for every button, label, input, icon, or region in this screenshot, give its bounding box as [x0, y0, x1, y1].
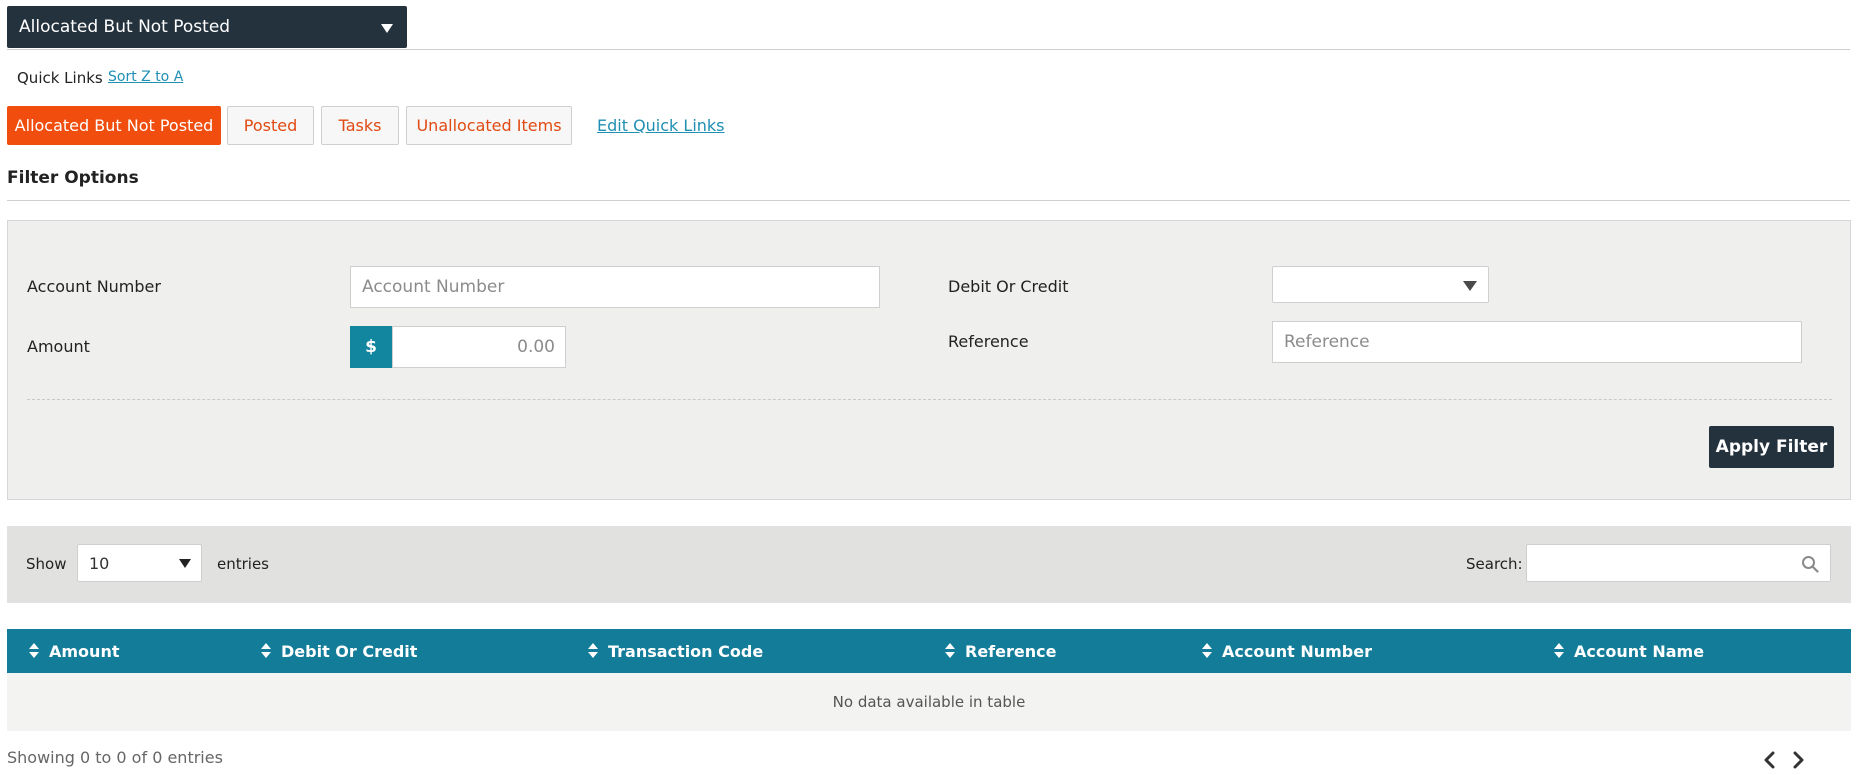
column-label: Account Number [1222, 641, 1372, 661]
divider [7, 49, 1850, 50]
debit-or-credit-select[interactable] [1272, 266, 1489, 303]
view-selector-dropdown[interactable]: Allocated But Not Posted [7, 6, 407, 48]
chevron-down-icon [1463, 281, 1477, 291]
empty-table-row: No data available in table [7, 673, 1851, 731]
table-header: Amount Debit Or Credit Transaction Code … [7, 629, 1851, 673]
column-label: Account Name [1574, 641, 1705, 661]
sort-z-to-a-link[interactable]: Sort Z to A [108, 69, 183, 85]
empty-table-message: No data available in table [832, 693, 1026, 711]
entries-label: entries [217, 555, 269, 573]
chevron-down-icon [179, 559, 191, 568]
column-header-reference[interactable]: Reference [945, 629, 1056, 673]
filter-options-title: Filter Options [7, 168, 139, 188]
page-size-value: 10 [89, 554, 110, 573]
amount-placeholder: 0.00 [517, 337, 555, 357]
sort-icon [261, 642, 271, 660]
reference-input[interactable]: Reference [1272, 321, 1802, 363]
apply-filter-button[interactable]: Apply Filter [1709, 426, 1834, 468]
search-input[interactable] [1526, 544, 1831, 582]
reference-label: Reference [948, 332, 1029, 351]
amount-label: Amount [27, 337, 90, 356]
table-controls-bar: Show 10 entries Search: [7, 526, 1851, 603]
column-header-debit-or-credit[interactable]: Debit Or Credit [261, 629, 417, 673]
debit-or-credit-label: Debit Or Credit [948, 277, 1069, 296]
column-label: Amount [49, 641, 120, 661]
sort-icon [588, 642, 598, 660]
column-header-transaction-code[interactable]: Transaction Code [588, 629, 763, 673]
account-number-input[interactable]: Account Number [350, 266, 880, 308]
column-label: Transaction Code [608, 641, 764, 661]
sort-icon [1202, 642, 1212, 660]
sort-icon [945, 642, 955, 660]
quick-link-tasks[interactable]: Tasks [321, 106, 399, 145]
dashed-divider [27, 399, 1832, 400]
view-selector-label: Allocated But Not Posted [19, 17, 231, 37]
chevron-down-icon [381, 24, 393, 33]
column-header-account-name[interactable]: Account Name [1554, 629, 1704, 673]
chevron-right-icon[interactable] [1791, 751, 1805, 769]
quick-link-posted[interactable]: Posted [227, 106, 314, 145]
account-number-placeholder: Account Number [362, 277, 505, 297]
sort-icon [1554, 642, 1564, 660]
quick-links-label: Quick Links [17, 69, 103, 87]
search-icon [1802, 556, 1819, 573]
filter-panel: Account Number Account Number Amount $ 0… [7, 220, 1851, 500]
chevron-left-icon[interactable] [1763, 751, 1777, 769]
divider [7, 200, 1850, 201]
show-label: Show [26, 555, 67, 573]
column-label: Reference [965, 641, 1057, 661]
quick-link-allocated-but-not-posted[interactable]: Allocated But Not Posted [7, 106, 221, 145]
page-size-select[interactable]: 10 [77, 544, 202, 582]
edit-quick-links-link[interactable]: Edit Quick Links [597, 116, 725, 135]
amount-input[interactable]: 0.00 [392, 326, 566, 368]
search-label: Search: [1466, 555, 1523, 573]
account-number-label: Account Number [27, 277, 161, 296]
quick-link-unallocated-items[interactable]: Unallocated Items [406, 106, 572, 145]
table-info: Showing 0 to 0 of 0 entries [7, 748, 223, 767]
sort-icon [29, 642, 39, 660]
reference-placeholder: Reference [1284, 332, 1370, 352]
column-header-account-number[interactable]: Account Number [1202, 629, 1372, 673]
column-label: Debit Or Credit [281, 641, 418, 661]
column-header-amount[interactable]: Amount [29, 629, 119, 673]
currency-symbol: $ [350, 326, 392, 368]
